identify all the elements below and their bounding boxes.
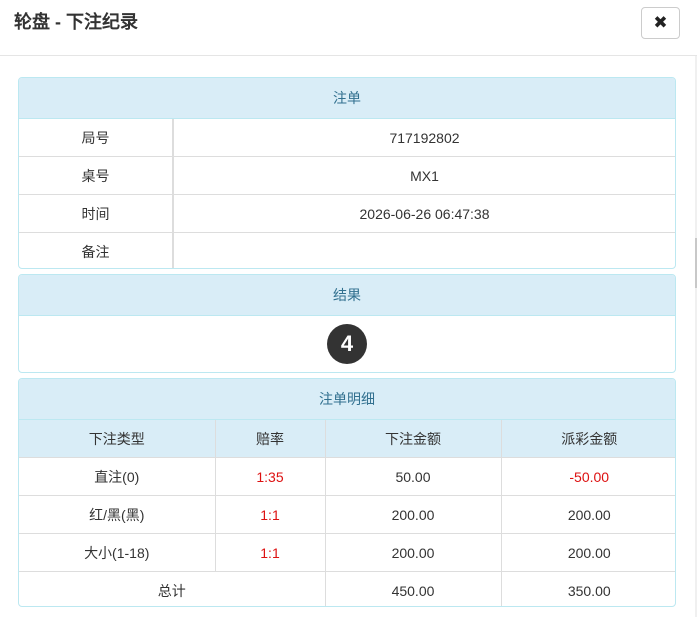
- table-header-row: 下注类型 赔率 下注金额 派彩金额: [19, 420, 675, 458]
- odds-cell: 1:35: [214, 457, 326, 496]
- modal-title: 轮盘 - 下注纪录: [14, 12, 138, 32]
- time-value: 2026-06-26 06:47:38: [172, 194, 675, 233]
- bet-info-heading: 注单: [19, 78, 675, 119]
- column-header-payout: 派彩金额: [500, 420, 675, 458]
- result-panel: 结果 4: [18, 274, 676, 373]
- remark-value: [172, 232, 675, 268]
- table-row: 时间 2026-06-26 06:47:38: [19, 194, 675, 233]
- odds-cell: 1:1: [214, 495, 326, 534]
- total-row: 总计 450.00 350.00: [19, 571, 675, 606]
- column-header-bet-type: 下注类型: [19, 420, 216, 458]
- round-value: 717192802: [172, 119, 675, 157]
- table-row: 桌号 MX1: [19, 156, 675, 195]
- close-button[interactable]: ✖: [641, 7, 680, 39]
- bet-type-cell: 直注(0): [19, 457, 216, 496]
- total-amount: 450.00: [324, 571, 502, 606]
- result-number-ball: 4: [327, 324, 367, 364]
- bet-type-cell: 红/黑(黑): [19, 495, 216, 534]
- bet-detail-table: 下注类型 赔率 下注金额 派彩金额 直注(0) 1:35 50.00 -50.0…: [19, 420, 675, 606]
- odds-cell: 1:1: [214, 533, 326, 572]
- payout-cell: 200.00: [500, 533, 675, 572]
- bet-amount-cell: 200.00: [324, 495, 502, 534]
- table-row: 局号 717192802: [19, 119, 675, 157]
- result-body: 4: [19, 316, 675, 372]
- close-icon: ✖: [653, 13, 668, 32]
- bet-amount-cell: 50.00: [324, 457, 502, 496]
- remark-label: 备注: [19, 232, 174, 268]
- table-row: 红/黑(黑) 1:1 200.00 200.00: [19, 495, 675, 534]
- table-row: 备注: [19, 232, 675, 268]
- round-label: 局号: [19, 119, 174, 157]
- result-heading: 结果: [19, 275, 675, 316]
- table-row: 直注(0) 1:35 50.00 -50.00: [19, 457, 675, 496]
- total-payout: 350.00: [500, 571, 675, 606]
- modal-header: 轮盘 - 下注纪录 ✖: [0, 0, 697, 56]
- bet-amount-cell: 200.00: [324, 533, 502, 572]
- table-value: MX1: [172, 156, 675, 195]
- column-header-bet-amount: 下注金额: [324, 420, 502, 458]
- table-row: 大小(1-18) 1:1 200.00 200.00: [19, 533, 675, 572]
- bet-type-cell: 大小(1-18): [19, 533, 216, 572]
- time-label: 时间: [19, 194, 174, 233]
- table-label: 桌号: [19, 156, 174, 195]
- bet-detail-heading: 注单明细: [19, 379, 675, 420]
- bet-info-table: 局号 717192802 桌号 MX1 时间 2026-06-26 06:47:…: [19, 119, 675, 268]
- payout-cell: -50.00: [500, 457, 675, 496]
- bet-info-panel: 注单 局号 717192802 桌号 MX1 时间 2026-06-26 06:…: [18, 77, 676, 269]
- bet-detail-panel: 注单明细 下注类型 赔率 下注金额 派彩金额 直注(0) 1:35 50.00 …: [18, 378, 676, 607]
- total-label: 总计: [19, 571, 326, 606]
- column-header-odds: 赔率: [214, 420, 326, 458]
- payout-cell: 200.00: [500, 495, 675, 534]
